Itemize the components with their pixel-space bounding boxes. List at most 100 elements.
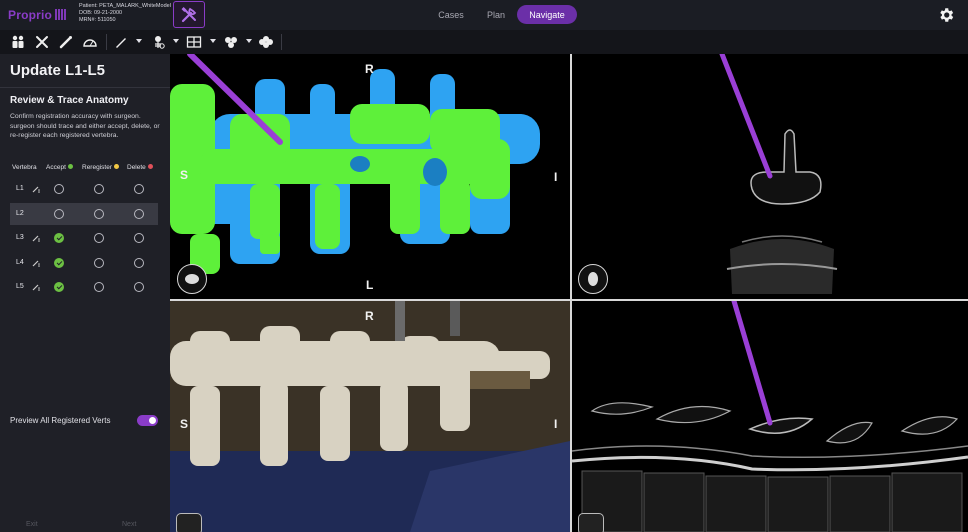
instructions-text: Confirm registration accuracy with surge… — [10, 113, 160, 139]
vertebra-3d-render — [170, 54, 540, 274]
sagittal-ct-image — [572, 301, 968, 532]
reregister-status-dot — [113, 164, 119, 169]
vertebrae-cluster-icon[interactable] — [258, 34, 274, 50]
tab-plan[interactable]: Plan — [480, 5, 512, 24]
preview-all-toggle[interactable] — [137, 415, 158, 426]
preview-all-label: Preview All Registered Verts — [10, 416, 111, 425]
column-header-delete: Delete — [127, 164, 153, 171]
team-icon[interactable] — [10, 34, 26, 50]
patient-info: Patient: PETA_MALARK_WhiteModel DOB: 09-… — [79, 3, 171, 24]
orientation-label-top: R — [365, 62, 374, 76]
vertebra-model-icon — [185, 274, 199, 284]
delete-status-dot — [147, 164, 153, 169]
delete-radio[interactable] — [134, 233, 144, 243]
toolbar-divider — [106, 34, 107, 50]
tools-mode-button[interactable] — [173, 1, 205, 28]
accept-radio[interactable] — [54, 208, 64, 219]
probe-tool-icon[interactable] — [58, 34, 74, 50]
accept-radio[interactable] — [54, 233, 64, 243]
vertebra-row-l5[interactable]: L5 — [10, 276, 158, 298]
orientation-label-top: R — [365, 309, 374, 323]
screw-dropdown-chevron-icon[interactable] — [173, 39, 179, 43]
accept-radio[interactable] — [54, 184, 64, 194]
top-bar: Proprio Patient: PETA_MALARK_WhiteModel … — [0, 0, 968, 30]
trace-pen-icon[interactable] — [32, 282, 41, 291]
delete-radio[interactable] — [134, 282, 144, 292]
reregister-radio[interactable] — [94, 257, 104, 268]
workflow-panel: Update L1-L5 Review & Trace Anatomy Conf… — [0, 54, 170, 532]
vertebra-label: L5 — [16, 283, 24, 290]
column-header-vertebra: Vertebra — [12, 164, 37, 171]
patient-mrn: MRN#: 511050 — [79, 17, 116, 23]
orientation-label-right: I — [554, 417, 558, 431]
viewport-3d-registration[interactable]: R S I L — [170, 54, 570, 299]
view-orientation-widget[interactable] — [176, 513, 202, 532]
trace-pen-icon[interactable] — [32, 258, 41, 267]
brand-mark-icon — [55, 9, 66, 20]
orientation-label-left: S — [180, 168, 189, 182]
vertebra-row-l1[interactable]: L1 — [10, 178, 158, 200]
patient-name: Patient: PETA_MALARK_WhiteModel — [79, 3, 171, 9]
screw-plan-icon[interactable] — [150, 34, 166, 50]
reregister-radio[interactable] — [94, 233, 104, 243]
orientation-label-left: S — [180, 417, 189, 431]
reregister-radio[interactable] — [94, 282, 104, 292]
panel-title: Update L1-L5 — [10, 62, 106, 79]
view-orientation-widget[interactable] — [578, 264, 608, 294]
exit-button[interactable]: Exit — [26, 521, 38, 528]
delete-radio[interactable] — [134, 257, 144, 268]
next-button[interactable]: Next — [122, 521, 136, 528]
view-orientation-widget[interactable] — [177, 264, 207, 294]
gear-icon[interactable] — [937, 6, 955, 24]
accept-radio[interactable] — [54, 257, 64, 268]
tools-icon — [181, 6, 197, 22]
column-label: Accept — [46, 164, 66, 171]
reregister-radio[interactable] — [94, 184, 104, 194]
instruments-icon[interactable] — [34, 34, 50, 50]
accept-status-dot — [67, 164, 73, 169]
vertebra-label: L3 — [16, 234, 24, 241]
section-title: Review & Trace Anatomy — [10, 95, 129, 106]
pen-icon[interactable] — [113, 34, 129, 50]
toolbar — [0, 30, 968, 54]
accept-radio[interactable] — [54, 282, 64, 292]
viewport-camera-feed[interactable]: R S I — [170, 301, 570, 532]
viewport-axial-ct[interactable]: I — [572, 54, 968, 299]
orientation-label-right: I — [554, 170, 558, 184]
pen-dropdown-chevron-icon[interactable] — [136, 39, 142, 43]
trace-pen-icon[interactable] — [32, 233, 41, 242]
column-label: Delete — [127, 164, 146, 171]
protractor-icon[interactable] — [82, 34, 98, 50]
viewport-divider-vertical — [570, 54, 572, 532]
axial-ct-image — [719, 54, 838, 294]
column-label: Reregister — [82, 164, 112, 171]
vertebra-row-l3[interactable]: L3 — [10, 227, 158, 249]
column-header-reregister: Reregister — [82, 164, 119, 171]
layout-grid-icon[interactable] — [186, 34, 202, 50]
column-header-accept: Accept — [46, 164, 73, 171]
camera-image — [170, 301, 570, 532]
delete-radio[interactable] — [134, 184, 144, 194]
vertebrae-dropdown-chevron-icon[interactable] — [246, 39, 252, 43]
delete-radio[interactable] — [134, 208, 144, 219]
vertebrae-settings-icon[interactable] — [223, 34, 239, 50]
patient-dob: DOB: 09-21-2000 — [79, 10, 123, 16]
tab-cases[interactable]: Cases — [432, 5, 470, 24]
viewport-sagittal-ct[interactable] — [572, 301, 968, 532]
trace-pen-icon[interactable] — [32, 184, 41, 193]
brand-logo: Proprio — [8, 8, 53, 22]
vertebra-model-icon — [588, 272, 598, 286]
vertebra-row-l2[interactable]: L2 — [10, 202, 158, 225]
orientation-label-bottom: L — [366, 278, 374, 292]
column-label: Vertebra — [12, 164, 37, 171]
viewport-divider-horizontal — [170, 299, 968, 301]
vertebra-row-l4[interactable]: L4 — [10, 252, 158, 274]
layout-dropdown-chevron-icon[interactable] — [210, 39, 216, 43]
reregister-radio[interactable] — [94, 208, 104, 219]
view-orientation-widget[interactable] — [578, 513, 604, 532]
panel-divider — [0, 87, 170, 88]
vertebra-label: L1 — [16, 185, 24, 192]
toolbar-divider — [281, 34, 282, 50]
tab-navigate[interactable]: Navigate — [517, 5, 577, 24]
vertebra-label: L4 — [16, 258, 24, 266]
